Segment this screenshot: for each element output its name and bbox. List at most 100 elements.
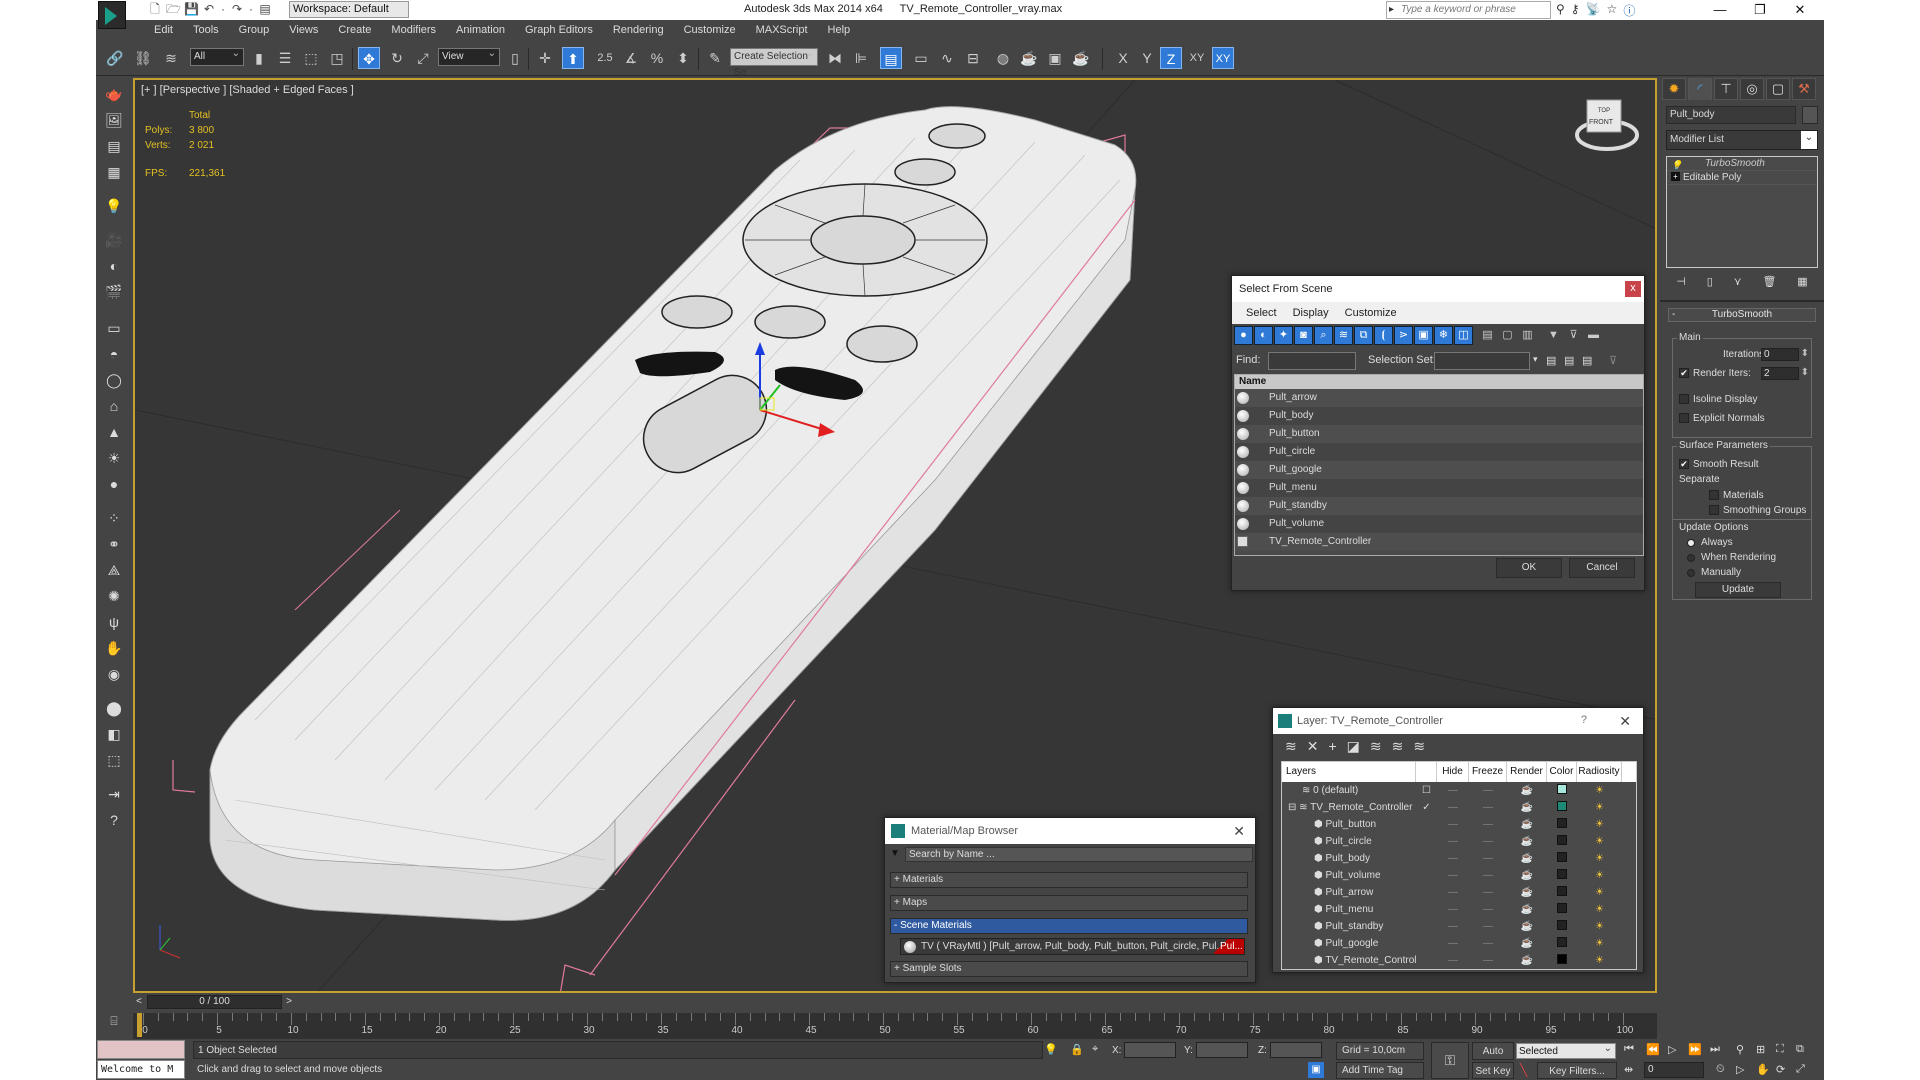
layer-name[interactable]: ⬢ Pult_menu [1282,904,1416,915]
layer-color-swatch[interactable] [1547,903,1577,916]
filter-options-icon[interactable]: ⊽ [1564,326,1583,345]
select-object-icon[interactable]: ▮ [248,47,270,69]
render-teapot-icon[interactable]: ☕ [1507,938,1547,949]
hide-all-layers-icon[interactable]: ≋ [1392,738,1404,755]
dropdown-arrow-icon[interactable]: ▾ [1533,354,1538,365]
column-layers[interactable]: Layers [1282,762,1416,782]
undo-icon[interactable]: ↶ [202,2,216,16]
options-icon[interactable]: ⊽ [1609,354,1617,367]
open-file-icon[interactable]: 🗁 [166,2,181,16]
layer-color-swatch[interactable] [1547,954,1577,967]
binoculars-icon[interactable]: ⚲ [1556,2,1565,19]
update-button[interactable]: Update [1695,582,1781,598]
cancel-button[interactable]: Cancel [1569,558,1635,578]
hide-toggle[interactable]: — [1437,870,1469,881]
ies-light-icon[interactable]: ⌂ [103,396,125,416]
menu-rendering[interactable]: Rendering [603,20,674,40]
sun-light-icon[interactable]: ☀ [103,448,125,468]
columns-icon[interactable]: ▬ [1584,326,1603,345]
named-selection-sets-dropdown[interactable]: Create Selection Se [730,46,818,78]
make-unique-icon[interactable]: ⋎ [1734,275,1742,291]
y-coordinate-field[interactable] [1196,1042,1248,1058]
region-render-icon[interactable]: ⬚ [103,750,125,770]
zoom-icon[interactable]: ⚲ [1736,1043,1744,1056]
camera-icon[interactable]: 🎥 [103,230,125,250]
layer-row[interactable]: ⬢ Pult_volume — — ☕ ☀ [1282,867,1636,884]
display-helpers-icon[interactable]: ⌕ [1314,326,1333,345]
workspace-dropdown[interactable]: Workspace: Default [289,1,409,18]
dome-light-icon[interactable]: ◓ [103,344,125,364]
axis-x-button[interactable]: X [1112,47,1134,69]
key-filters-button[interactable]: Key Filters... [1537,1062,1617,1079]
freeze-toggle[interactable]: — [1469,819,1507,830]
hide-toggle[interactable]: — [1437,904,1469,915]
x-coordinate-field[interactable] [1124,1042,1176,1058]
add-to-set-icon[interactable]: ▤ [1564,354,1574,367]
select-and-move-icon[interactable]: ✥ [358,47,380,69]
highlight-layer-icon[interactable]: ≋ [1370,738,1382,755]
play-icon[interactable]: ▷ [1668,1043,1676,1056]
help-button[interactable]: ? [1581,714,1587,726]
layer-color-swatch[interactable] [1547,784,1577,797]
freeze-toggle[interactable]: — [1469,853,1507,864]
name-column-header[interactable]: Name [1235,375,1643,389]
motion-tab-icon[interactable]: ◎ [1740,78,1764,100]
set-key-button[interactable]: Set Key [1472,1062,1514,1079]
selection-filter-dropdown[interactable]: All [190,46,244,66]
go-to-end-icon[interactable]: ⏭ [1710,1043,1720,1056]
snaps-toggle-icon[interactable]: 2.5 [594,47,616,69]
column-hide[interactable]: Hide [1437,762,1469,782]
select-and-rotate-icon[interactable]: ↻ [386,47,408,69]
track-bar[interactable]: 0 5 10 15 20 25 30 35 40 45 50 55 60 65 70 75 80 85 90 95 10… [133,1013,1657,1039]
search-by-name-input[interactable]: Search by Name ... [905,847,1253,862]
close-button[interactable]: ✕ [1780,0,1820,20]
layer-row[interactable]: ⬢ Pult_arrow — — ☕ ☀ [1282,884,1636,901]
layer-name[interactable]: ⬢ Pult_circle [1282,836,1416,847]
viewport-label[interactable]: [+ ] [Perspective ] [Shaded + Edged Face… [141,84,354,96]
create-layer-icon[interactable]: ≋ [1285,738,1297,755]
layer-row[interactable]: ⬢ TV_Remote_Controll — — ☕ ☀ [1282,952,1636,969]
maxscript-mini-listener[interactable]: Welcome to M [97,1060,185,1079]
layer-name[interactable]: ⊟ ≋ TV_Remote_Controller [1282,802,1416,813]
when-rendering-radio[interactable] [1687,554,1695,562]
render-teapot-icon[interactable]: ☕ [1507,802,1547,813]
radiosity-icon[interactable]: ☀ [1577,853,1622,864]
object-name-field[interactable]: Pult_body [1666,106,1796,124]
key-mode-dropdown[interactable]: Selected [1516,1041,1616,1059]
axis-y-button[interactable]: Y [1136,47,1158,69]
render-teapot-icon[interactable]: ☕ [1507,887,1547,898]
render-teapot-icon[interactable]: ☕ [1507,904,1547,915]
smooth-result-checkbox[interactable]: ✔ [1679,459,1689,469]
dialog-title-bar[interactable]: Layer: TV_Remote_Controller [1273,708,1643,734]
freeze-all-layers-icon[interactable]: ≋ [1413,738,1425,755]
current-layer-flag[interactable]: ☐ [1416,785,1437,796]
save-icon[interactable]: 💾 [184,2,199,16]
axis-xy-cycle-button[interactable]: XY [1212,47,1234,69]
menu-tools[interactable]: Tools [183,20,229,40]
new-file-icon[interactable]: 🗋 [148,2,162,16]
select-and-link-icon[interactable]: 🔗 [104,47,126,69]
render-teapot-icon[interactable]: ☕ [1507,853,1547,864]
undo-dropdown-icon[interactable]: · [220,2,226,16]
render-teapot-icon[interactable]: ☕ [1507,955,1547,966]
display-shapes-icon[interactable]: ◐ [1254,326,1273,345]
display-groups-icon[interactable]: ⧉ [1354,326,1373,345]
render-iters-checkbox[interactable]: ✔ [1679,368,1689,378]
layer-name[interactable]: ⬢ Pult_arrow [1282,887,1416,898]
column-radiosity[interactable]: Radiosity [1577,762,1622,782]
object-row[interactable]: TV_Remote_Controller [1235,533,1643,551]
section-scene-materials[interactable]: - Scene Materials [890,918,1248,934]
go-to-start-icon[interactable]: ⏮ [1624,1043,1634,1056]
display-containers-icon[interactable]: ▣ [1414,326,1433,345]
layer-row[interactable]: ⬢ Pult_button — — ☕ ☀ [1282,816,1636,833]
layer-row[interactable]: ⬢ Pult_circle — — ☕ ☀ [1282,833,1636,850]
layer-color-swatch[interactable] [1547,920,1577,933]
spinner-snap-icon[interactable]: ⬍ [672,47,694,69]
pivot-center-icon[interactable]: ▯ [504,47,526,69]
grass-icon[interactable]: ψ [103,612,125,632]
sphere-material-icon[interactable]: ⬤ [103,698,125,718]
freeze-toggle[interactable]: — [1469,887,1507,898]
object-row[interactable]: Pult_arrow [1235,389,1643,407]
radiosity-icon[interactable]: ☀ [1577,802,1622,813]
orbit-icon[interactable]: ⟳ [1776,1063,1785,1076]
